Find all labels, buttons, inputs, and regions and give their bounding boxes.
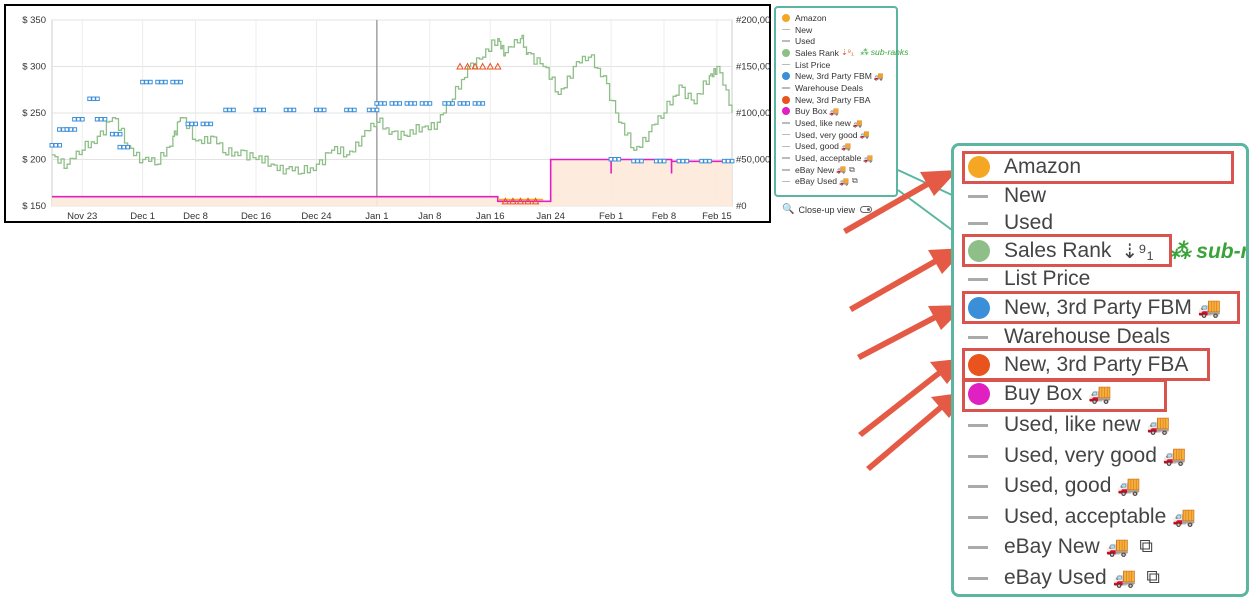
legend-dash-icon bbox=[968, 335, 988, 339]
legend-dash-icon bbox=[968, 576, 988, 580]
highlight-box bbox=[962, 348, 1210, 381]
legend-label: Used, acceptable bbox=[1004, 505, 1167, 528]
legend-dash-icon bbox=[968, 484, 988, 488]
legend-dash-icon bbox=[968, 545, 988, 549]
truck-icon: 🚚 bbox=[1112, 568, 1137, 589]
truck-icon: 🚚 bbox=[1105, 537, 1130, 558]
legend-label: Used, like new bbox=[1004, 413, 1141, 436]
legend-item[interactable]: Used, like new 🚚 bbox=[968, 410, 1170, 440]
arrow-amazon bbox=[843, 170, 958, 234]
legend-dash-icon bbox=[968, 194, 988, 198]
truck-icon: 🚚 bbox=[1117, 476, 1142, 497]
legend-label: Used bbox=[1004, 211, 1054, 234]
external-link-icon[interactable]: ⧉ bbox=[1139, 536, 1153, 558]
legend-dash-icon bbox=[968, 423, 988, 427]
legend-dash-icon bbox=[968, 277, 988, 281]
legend-label: eBay New bbox=[1004, 535, 1100, 558]
truck-icon: 🚚 bbox=[1162, 446, 1187, 467]
legend-item[interactable]: Used, very good 🚚 bbox=[968, 441, 1187, 471]
arrow-sales-rank bbox=[849, 248, 966, 312]
legend-item[interactable]: Used, acceptable 🚚 bbox=[968, 502, 1196, 532]
highlight-box bbox=[962, 379, 1167, 412]
legend-label: Warehouse Deals bbox=[1004, 325, 1171, 348]
highlight-box bbox=[962, 151, 1234, 184]
legend-dash-icon bbox=[968, 221, 988, 225]
legend-item[interactable]: List Price bbox=[968, 264, 1090, 294]
legend-label: eBay Used bbox=[1004, 566, 1107, 589]
truck-icon: 🚚 bbox=[1146, 415, 1171, 436]
truck-icon: 🚚 bbox=[1172, 507, 1196, 528]
zoomed-legend: Amazon New Used Sales Rank ⇣⁹₁ ⁂ sub-r List Pr… bbox=[951, 143, 1249, 597]
external-link-icon[interactable]: ⧉ bbox=[1146, 567, 1160, 589]
legend-item[interactable]: eBay Used 🚚 ⧉ bbox=[968, 563, 1160, 593]
legend-dash-icon bbox=[968, 515, 988, 519]
legend-item[interactable]: Used, good 🚚 bbox=[968, 471, 1141, 501]
legend-label: New bbox=[1004, 184, 1047, 207]
legend-label: Used, good bbox=[1004, 474, 1112, 497]
legend-label: List Price bbox=[1004, 267, 1091, 290]
legend-label: Used, very good bbox=[1004, 444, 1157, 467]
sub-ranks-link[interactable]: ⁂ sub-r bbox=[1169, 239, 1246, 264]
legend-dash-icon bbox=[968, 454, 988, 458]
legend-item[interactable]: New bbox=[968, 181, 1046, 211]
highlight-box bbox=[962, 234, 1172, 267]
highlight-box bbox=[962, 291, 1240, 324]
legend-item[interactable]: eBay New 🚚 ⧉ bbox=[968, 532, 1153, 562]
arrow-fbm bbox=[857, 305, 966, 360]
